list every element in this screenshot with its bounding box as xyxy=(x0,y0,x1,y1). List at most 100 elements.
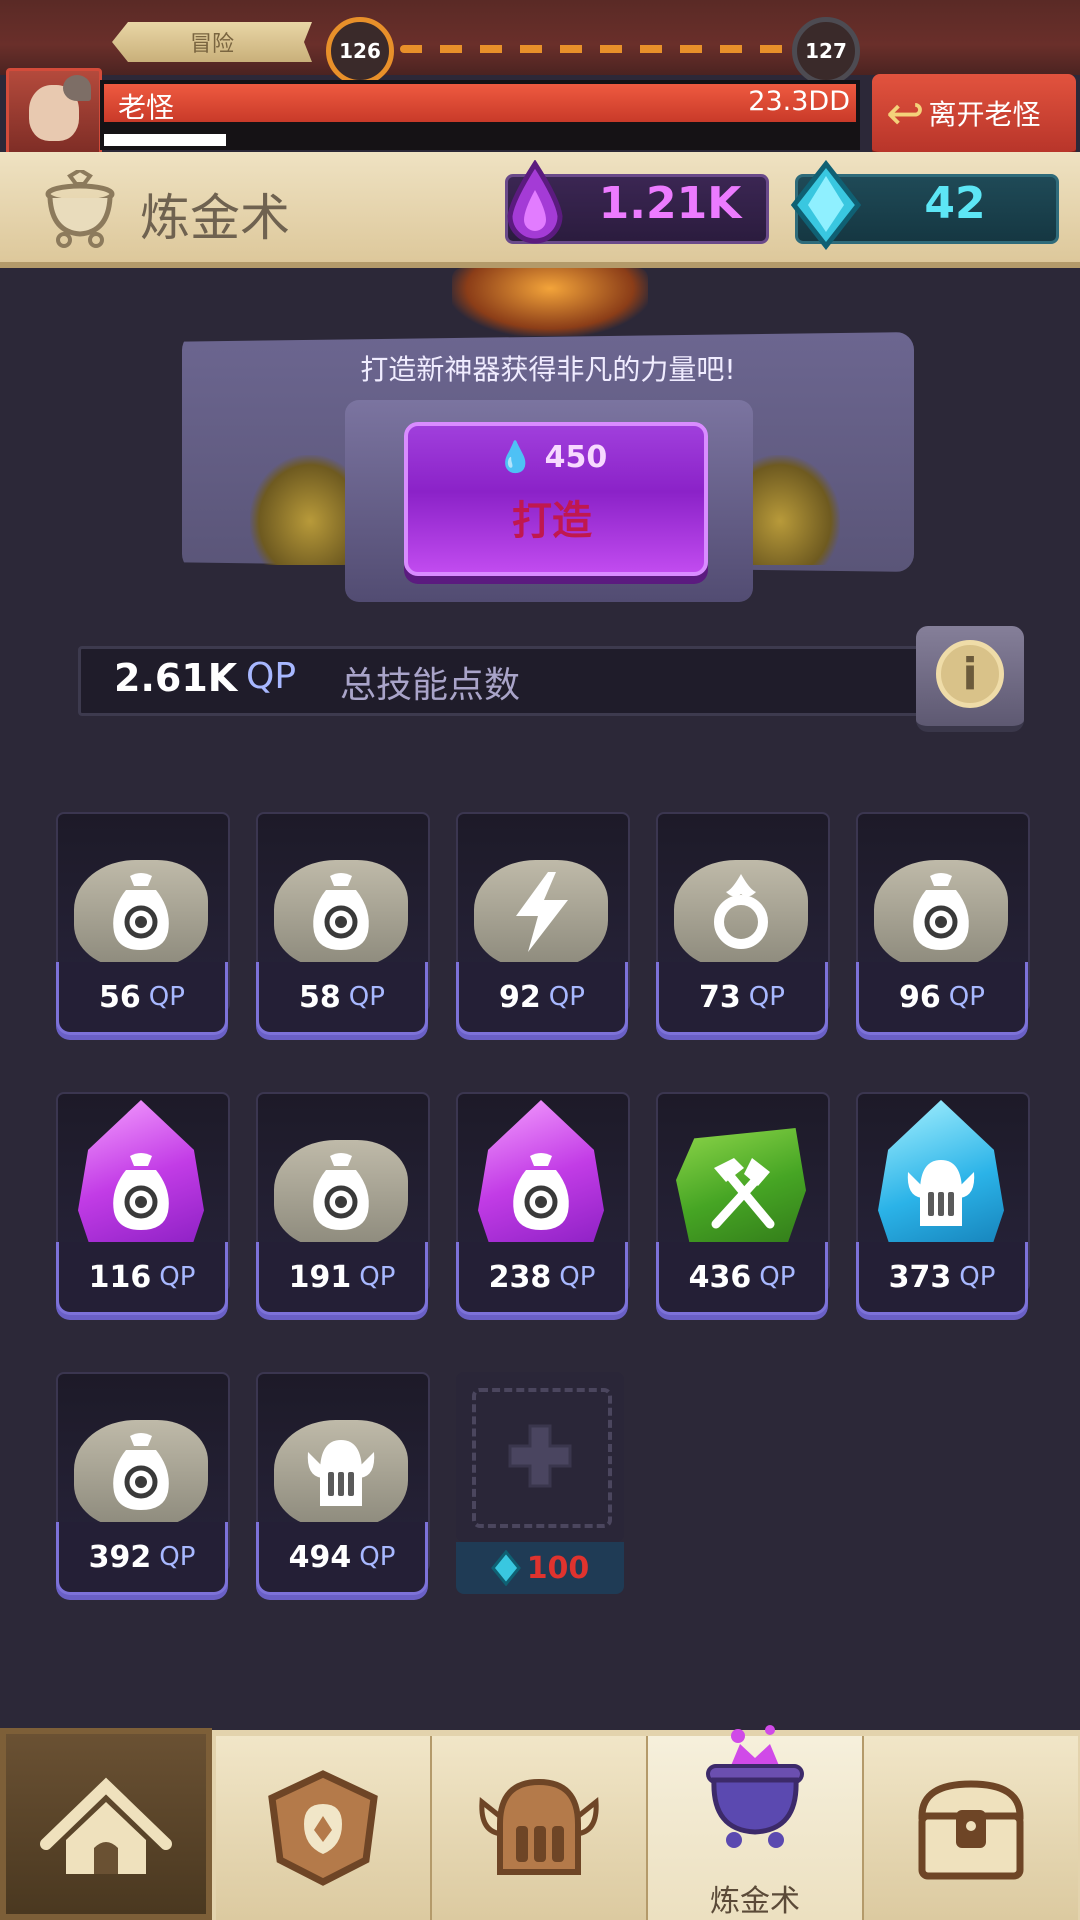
artifact-qp-label: 436 QP xyxy=(656,1242,828,1315)
artifact-slot[interactable]: 116 QP xyxy=(56,1092,230,1322)
forge-hint-text: 打造新神器获得非凡的力量吧! xyxy=(360,353,736,386)
essence-drop-icon: 💧 xyxy=(496,440,535,475)
gem-value: 42 xyxy=(924,178,986,229)
essence-value: 1.21K xyxy=(598,178,742,229)
artifact-qp-label: 494 QP xyxy=(256,1522,428,1595)
artifact-qp-label: 58 QP xyxy=(256,962,428,1035)
money-bag-icon xyxy=(513,1153,569,1230)
artifact-slot[interactable]: 96 QP xyxy=(856,812,1030,1042)
add-slot-cost: 100 xyxy=(456,1542,624,1594)
boss-name: 老怪 xyxy=(118,91,175,124)
forge-cost-value: 450 xyxy=(544,440,608,475)
stage-progress-dots xyxy=(400,45,790,53)
camp-tent-icon xyxy=(40,1777,172,1874)
artifact-qp-unit: QP xyxy=(548,982,585,1012)
artifact-slot[interactable]: 373 QP xyxy=(856,1092,1030,1322)
artifact-qp-label: 96 QP xyxy=(856,962,1028,1035)
viking-helmet-icon xyxy=(907,1160,975,1226)
leave-boss-label: 离开老怪 xyxy=(928,98,1041,131)
forge-furnace xyxy=(452,268,648,336)
boss-horn xyxy=(63,75,91,101)
add-artifact-slot[interactable]: 100 xyxy=(456,1372,624,1594)
boss-avatar xyxy=(6,68,102,162)
artifact-qp-unit: QP xyxy=(359,1262,396,1292)
shield-icon xyxy=(268,1770,378,1886)
artifact-qp-label: 116 QP xyxy=(56,1242,228,1315)
tab-hero[interactable] xyxy=(432,1736,650,1920)
artifact-qp-label: 56 QP xyxy=(56,962,228,1035)
artifact-qp-unit: QP xyxy=(359,1542,396,1572)
artifact-qp-value: 238 xyxy=(488,1259,552,1295)
skill-points-value: 2.61K xyxy=(114,656,238,700)
plus-icon xyxy=(508,1424,572,1488)
viking-helmet-icon xyxy=(307,1440,375,1506)
artifact-qp-label: 392 QP xyxy=(56,1522,228,1595)
hammer-axe-icon xyxy=(711,1158,775,1229)
tab-chest[interactable] xyxy=(864,1736,1078,1920)
return-arrow-icon: ↩ xyxy=(886,86,925,140)
artifact-qp-unit: QP xyxy=(148,982,185,1012)
forge-cost: 💧 450 xyxy=(404,440,700,475)
cauldron-icon xyxy=(45,170,115,248)
artifact-qp-label: 73 QP xyxy=(656,962,828,1035)
tab-alchemy-label: 炼金术 xyxy=(710,1884,800,1919)
artifact-qp-value: 436 xyxy=(688,1259,752,1295)
artifact-slot[interactable]: 92 QP xyxy=(456,812,630,1042)
boss-hp-value: 23.3DD xyxy=(748,86,850,117)
artifact-qp-unit: QP xyxy=(948,982,985,1012)
artifact-qp-unit: QP xyxy=(159,1542,196,1572)
boss-timer-bar xyxy=(104,134,226,146)
next-stage-badge: 127 xyxy=(792,17,860,85)
artifact-qp-value: 73 xyxy=(699,979,741,1015)
money-bag-icon xyxy=(113,1153,169,1230)
artifact-qp-unit: QP xyxy=(559,1262,596,1292)
tab-shield[interactable] xyxy=(216,1736,434,1920)
artifact-qp-unit: QP xyxy=(159,1262,196,1292)
artifact-slot[interactable]: 494 QP xyxy=(256,1372,430,1602)
artifact-slot[interactable]: 58 QP xyxy=(256,812,430,1042)
artifact-qp-value: 373 xyxy=(888,1259,952,1295)
skill-points-label: 总技能点数 xyxy=(340,665,521,706)
add-slot-cost-value: 100 xyxy=(526,1550,590,1586)
lightning-icon xyxy=(516,872,568,952)
artifact-qp-unit: QP xyxy=(748,982,785,1012)
info-icon: i xyxy=(936,640,1004,708)
artifact-qp-value: 58 xyxy=(299,979,341,1015)
artifact-qp-value: 92 xyxy=(499,979,541,1015)
money-bag-icon xyxy=(313,1153,369,1230)
artifact-slot[interactable]: 191 QP xyxy=(256,1092,430,1322)
gem-icon xyxy=(790,160,862,250)
treasure-chest-icon xyxy=(918,1780,1024,1880)
artifact-qp-value: 116 xyxy=(88,1259,152,1295)
current-stage-badge: 126 xyxy=(326,17,394,85)
artifact-slot[interactable]: 56 QP xyxy=(56,812,230,1042)
artifact-qp-value: 494 xyxy=(288,1539,352,1575)
fire-ring-icon xyxy=(714,874,768,949)
money-bag-icon xyxy=(113,873,169,950)
artifact-slot[interactable]: 73 QP xyxy=(656,812,830,1042)
artifact-qp-value: 96 xyxy=(899,979,941,1015)
skill-points-unit: QP xyxy=(246,656,297,697)
artifact-qp-label: 373 QP xyxy=(856,1242,1028,1315)
artifact-slot[interactable]: 436 QP xyxy=(656,1092,830,1322)
artifact-qp-unit: QP xyxy=(348,982,385,1012)
add-slot-frame xyxy=(456,1372,624,1542)
artifact-qp-unit: QP xyxy=(759,1262,796,1292)
essence-drop-icon xyxy=(507,160,563,244)
money-bag-icon xyxy=(313,873,369,950)
artifact-qp-value: 392 xyxy=(88,1539,152,1575)
artifact-slot[interactable]: 392 QP xyxy=(56,1372,230,1602)
artifact-qp-label: 191 QP xyxy=(256,1242,428,1315)
tab-home[interactable] xyxy=(0,1728,212,1920)
artifact-qp-label: 238 QP xyxy=(456,1242,628,1315)
page-title: 炼金术 xyxy=(140,189,290,247)
artifact-qp-value: 191 xyxy=(288,1259,352,1295)
cauldron-icon xyxy=(706,1725,804,1848)
gem-icon xyxy=(490,1550,521,1586)
leave-boss-button[interactable]: ↩ 离开老怪 xyxy=(872,74,1076,157)
money-bag-icon xyxy=(113,1433,169,1510)
money-bag-icon xyxy=(913,873,969,950)
mode-banner[interactable]: 冒险 xyxy=(112,22,312,62)
artifact-qp-label: 92 QP xyxy=(456,962,628,1035)
artifact-slot[interactable]: 238 QP xyxy=(456,1092,630,1322)
